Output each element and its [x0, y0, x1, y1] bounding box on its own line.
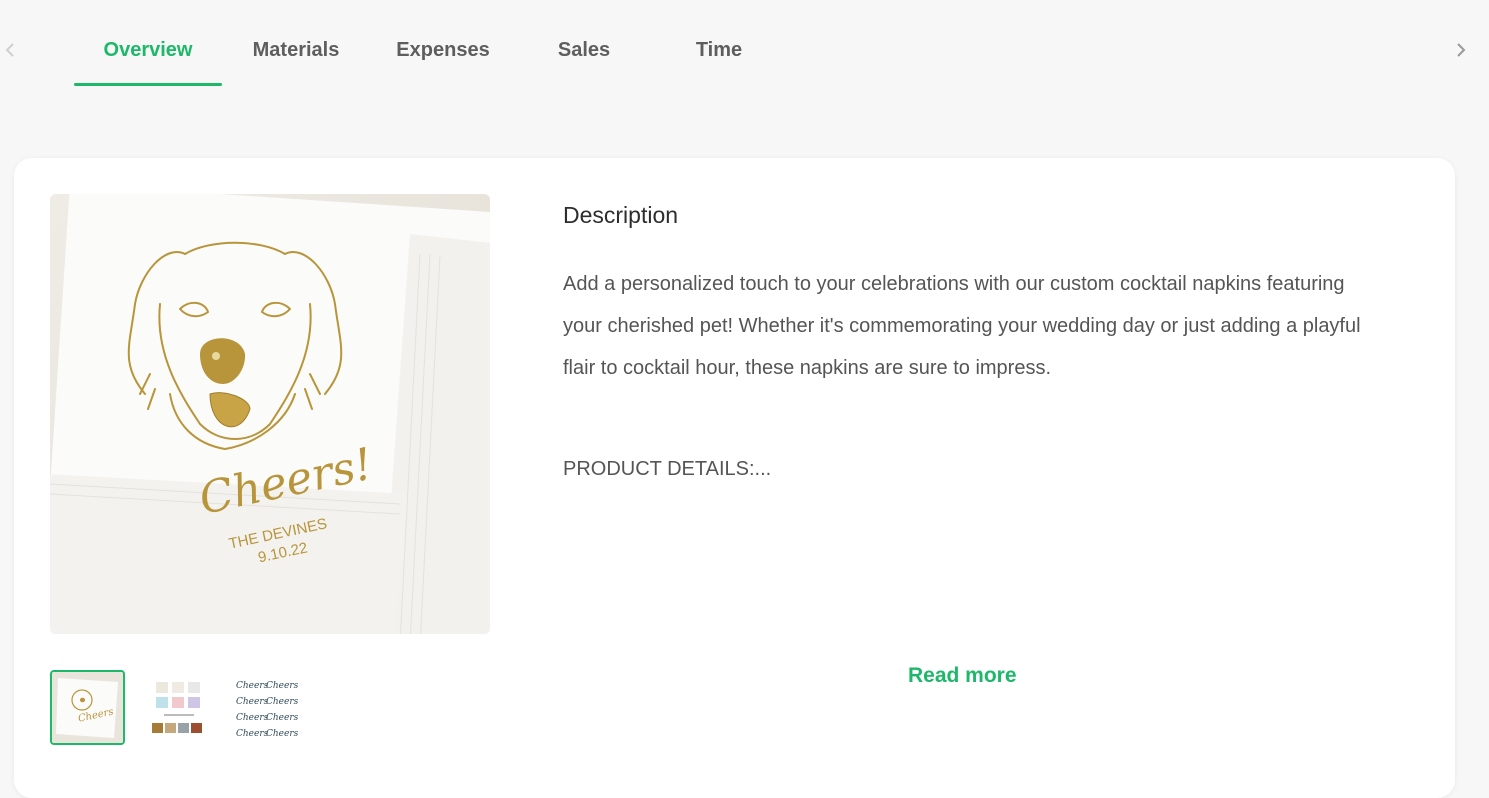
- svg-text:Cheers: Cheers: [266, 713, 299, 723]
- read-more-link[interactable]: Read more: [908, 664, 1017, 688]
- chevron-right-icon[interactable]: [1451, 34, 1471, 66]
- active-tab-indicator: [74, 83, 222, 86]
- tab-overview[interactable]: Overview: [74, 36, 222, 86]
- product-details-text: PRODUCT DETAILS:...: [563, 458, 772, 480]
- svg-text:Cheers: Cheers: [266, 697, 299, 707]
- product-main-image: Cheers! THE DEVINES 9.10.22: [50, 194, 490, 634]
- svg-text:Cheers: Cheers: [236, 697, 269, 707]
- svg-text:Cheers: Cheers: [236, 713, 269, 723]
- tab-materials[interactable]: Materials: [232, 36, 360, 86]
- description-title: Description: [563, 202, 679, 228]
- chevron-left-icon[interactable]: [0, 34, 20, 66]
- tab-time[interactable]: Time: [668, 36, 770, 86]
- svg-text:Cheers: Cheers: [236, 681, 269, 691]
- tab-bar: Overview Materials Expenses Sales Time: [0, 0, 1489, 90]
- thumbnail-napkin-photo[interactable]: Cheers: [50, 670, 125, 745]
- thumbnail-color-swatches[interactable]: [144, 670, 215, 741]
- description-text: Add a personalized touch to your celebra…: [563, 273, 1361, 379]
- svg-text:Cheers: Cheers: [266, 729, 299, 739]
- tab-expenses[interactable]: Expenses: [380, 36, 506, 86]
- thumbnail-design-options[interactable]: Cheers Cheers Cheers Cheers Cheers Cheers C…: [228, 670, 299, 741]
- svg-text:Cheers: Cheers: [266, 681, 299, 691]
- svg-text:Cheers: Cheers: [236, 729, 269, 739]
- product-overview-card: Cheers! THE DEVINES 9.10.22 Cheers Cheer…: [14, 158, 1455, 798]
- tab-sales[interactable]: Sales: [530, 36, 638, 86]
